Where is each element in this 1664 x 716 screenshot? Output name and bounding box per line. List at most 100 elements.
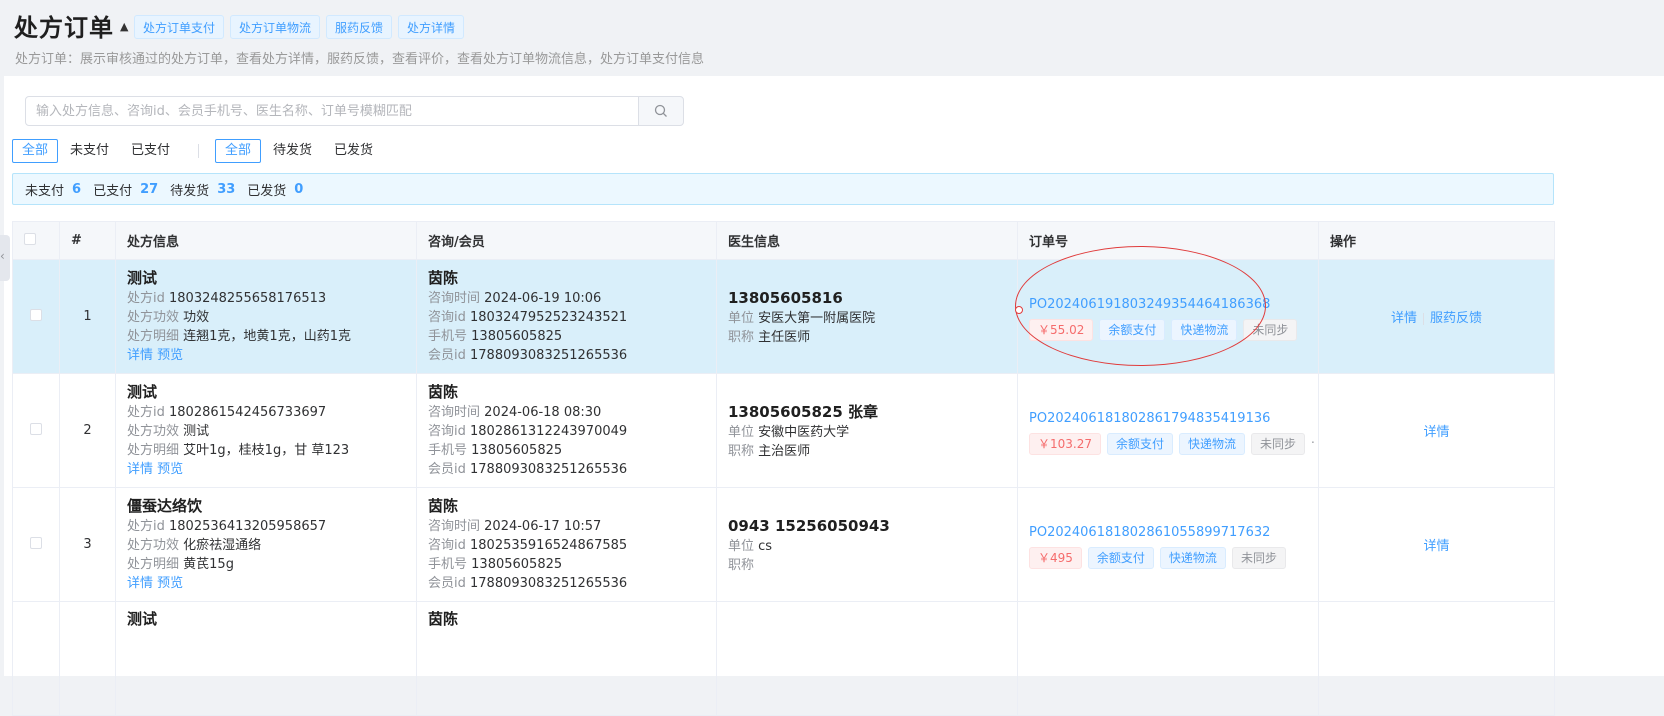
doctor-name: 0943 15256050943 — [728, 516, 890, 535]
member-id: 1788093083251265536 — [470, 576, 628, 591]
member-name: 茵陈 — [428, 383, 459, 401]
select-all-checkbox[interactable] — [24, 232, 36, 245]
pay-method-tag: 余额支付 — [1087, 546, 1154, 569]
search-box — [25, 96, 639, 126]
rx-id-label: 处方id — [127, 291, 165, 306]
row-checkbox[interactable] — [30, 308, 42, 321]
rx-detail-link[interactable]: 详情 — [127, 348, 153, 363]
title-label: 职称 — [728, 557, 755, 573]
rx-detail-label: 处方明细 — [127, 443, 180, 458]
order-cell: PO20240618180286105589971763​2 ￥495 余额支付… — [1017, 487, 1319, 602]
row-checkbox[interactable] — [30, 422, 42, 435]
consult-member-cell: 茵陈 咨询时间 2024-06-19 10:06 咨询id 1803247952… — [416, 259, 717, 374]
sync-status-tag: 未同步 — [1231, 546, 1286, 569]
consult-member-cell: 茵陈 — [416, 601, 717, 716]
select-all-cell — [12, 221, 60, 260]
unit-label: 单位 — [728, 424, 755, 440]
unit-label: 单位 — [728, 538, 755, 554]
rx-effect: 测试 — [183, 424, 210, 439]
tag-rx-details[interactable]: 处方详情 — [398, 15, 465, 39]
chevron-left-icon: ‹ — [0, 249, 5, 263]
stat-value: 0 — [294, 181, 304, 197]
rx-detail-label: 处方明细 — [127, 329, 180, 344]
consult-time: 2024-06-18 08:30 — [484, 405, 602, 420]
actions-cell: 详情 — [1318, 373, 1555, 488]
table-row[interactable]: 2 测试 处方id 1802861542456733697 处方功效 测试 处方… — [12, 373, 1555, 488]
rx-id: 1803248255658176513 — [169, 291, 327, 306]
overflow-indicator: . — [1311, 432, 1315, 446]
detail-button[interactable]: 详情 — [1423, 539, 1449, 554]
table-header-row: # 处方信息 咨询/会员 医生信息 订单号 操作 — [12, 221, 1555, 260]
pay-method-tag: 余额支付 — [1099, 318, 1166, 341]
member-id-label: 会员id — [428, 348, 466, 363]
row-index — [59, 601, 116, 716]
table-row[interactable]: 3 僵蚕达络饮 处方id 1802536413205958657 处方功效 化瘀… — [12, 487, 1555, 602]
detail-button[interactable]: 详情 — [1423, 425, 1449, 440]
order-cell: PO20240618180286179483541913​6 ￥103.27 余… — [1017, 373, 1319, 488]
header-tags: 处方订单支付 处方订单物流 服药反馈 处方详情 — [134, 15, 465, 39]
consult-id: 1802861312243970049 — [470, 424, 628, 439]
consult-id: 1803247952523243521 — [470, 310, 628, 325]
stat-label: 未支付 — [25, 183, 65, 199]
page-subtitle: 处方订单：展示审核通过的处方订单，查看处方详情，服药反馈，查看评价，查看处方订单… — [15, 52, 705, 67]
sync-status-tag: 未同步 — [1251, 432, 1306, 455]
order-number-link[interactable]: PO20240618180286105589971763​2 — [1029, 521, 1307, 545]
rx-preview-link[interactable]: 预览 — [157, 348, 183, 363]
page-header: 处方订单 ▲ 处方订单支付 处方订单物流 服药反馈 处方详情 处方订单：展示审核… — [0, 0, 1664, 76]
rx-effect-label: 处方功效 — [127, 310, 180, 325]
sidebar-collapse-handle[interactable]: ‹ — [0, 235, 10, 281]
doctor-unit: cs — [758, 538, 773, 554]
stat-label: 已支付 — [93, 183, 133, 199]
order-number-link[interactable]: PO20240619180324935446418636​8 — [1029, 293, 1307, 317]
filter-paid[interactable]: 已支付 — [121, 139, 180, 163]
doctor-unit: 安徽中医药大学 — [758, 424, 850, 440]
consult-time-label: 咨询时间 — [428, 519, 481, 534]
caret-up-icon[interactable]: ▲ — [120, 20, 128, 33]
filter-pay-all[interactable]: 全部 — [12, 139, 59, 163]
rx-id-label: 处方id — [127, 519, 165, 534]
filter-ship-all[interactable]: 全部 — [215, 139, 262, 163]
order-number-link[interactable]: PO20240618180286179483541913​6 — [1029, 407, 1307, 431]
rx-preview-link[interactable]: 预览 — [157, 462, 183, 477]
member-id: 1788093083251265536 — [470, 462, 628, 477]
phone-label: 手机号 — [428, 557, 468, 572]
page-title: 处方订单 — [14, 14, 114, 42]
row-index: 2 — [59, 373, 116, 488]
filter-unpaid[interactable]: 未支付 — [60, 139, 119, 163]
tag-rx-order-payment[interactable]: 处方订单支付 — [134, 15, 225, 39]
table-row[interactable]: 测试 茵陈 — [12, 601, 1555, 716]
filter-pending-shipment[interactable]: 待发货 — [263, 139, 322, 163]
rx-preview-link[interactable]: 预览 — [157, 576, 183, 591]
doctor-info-cell: 13805605816 单位 安医大第一附属医院 职称 主任医师 — [716, 259, 1018, 374]
search-input[interactable] — [26, 97, 638, 125]
rx-detail-link[interactable]: 详情 — [127, 462, 153, 477]
tag-rx-order-logistics[interactable]: 处方订单物流 — [230, 15, 321, 39]
doctor-name: 13805605825 张章 — [728, 402, 879, 421]
row-checkbox[interactable] — [30, 536, 42, 549]
amount-tag: ￥55.02 — [1029, 318, 1094, 341]
search-icon — [654, 104, 667, 117]
search-button[interactable] — [638, 96, 684, 126]
filter-shipped[interactable]: 已发货 — [324, 139, 383, 163]
row-select-cell — [12, 487, 60, 602]
column-header-index: # — [59, 221, 116, 260]
rx-detail-link[interactable]: 详情 — [127, 576, 153, 591]
row-index: 1 — [59, 259, 116, 374]
member-name: 茵陈 — [428, 497, 459, 515]
ship-method-tag: 快递物流 — [1179, 432, 1246, 455]
rx-info-cell: 测试 处方id 1803248255658176513 处方功效 功效 处方明细… — [115, 259, 417, 374]
ship-method-tag: 快递物流 — [1159, 546, 1226, 569]
rx-detail: 连翘1克，地黄1克，山药1克 — [183, 329, 351, 344]
member-name: 茵陈 — [428, 610, 459, 628]
pay-status-filter: 全部 未支付 已支付 — [12, 139, 182, 163]
table-row[interactable]: 1 测试 处方id 1803248255658176513 处方功效 功效 处方… — [12, 259, 1555, 374]
tag-medication-feedback[interactable]: 服药反馈 — [326, 15, 393, 39]
medication-feedback-button[interactable]: 服药反馈 — [1430, 311, 1482, 326]
doctor-info-cell: 13805605825 张章 单位 安徽中医药大学 职称 主治医师 — [716, 373, 1018, 488]
rx-effect-label: 处方功效 — [127, 424, 180, 439]
column-header-consult-member: 咨询/会员 — [416, 221, 717, 260]
member-id-label: 会员id — [428, 462, 466, 477]
ship-method-tag: 快递物流 — [1171, 318, 1238, 341]
title-label: 职称 — [728, 329, 755, 345]
detail-button[interactable]: 详情 — [1391, 311, 1417, 326]
